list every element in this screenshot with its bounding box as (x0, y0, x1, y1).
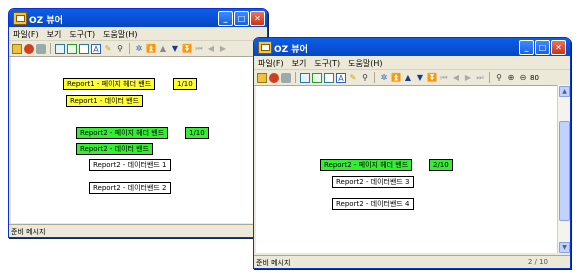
document-icon[interactable] (79, 43, 89, 54)
maximize-button[interactable]: □ (234, 11, 249, 26)
go-next-icon[interactable]: ▶ (218, 44, 228, 54)
export-icon[interactable] (312, 72, 322, 83)
menu-file[interactable]: 파일(F) (9, 27, 43, 40)
save-icon[interactable] (269, 72, 279, 83)
report2-data-band-2: Report2 - 데이터밴드 2 (89, 182, 171, 194)
report2-data-band-1: Report2 - 데이터밴드 1 (89, 159, 171, 171)
menu-tools[interactable]: 도구(T) (310, 56, 344, 69)
report2-page-number: 1/10 (185, 127, 209, 139)
open-icon[interactable] (257, 72, 267, 83)
window2-report-page: Report2 - 페이지 헤더 밴드 2/10 Report2 - 데이터밴드… (256, 86, 558, 253)
report2-page-number: 2/10 (429, 159, 453, 171)
report2-page-header-band: Report2 - 페이지 헤더 밴드 (76, 127, 169, 139)
viewer-window-1: OZ 뷰어 _ □ ✕ 파일(F) 보기 도구(T) 도움말(H) A ✎ ⚲ … (8, 8, 268, 238)
window1-statusbar: 준비 메시지 (9, 224, 267, 237)
menu-file[interactable]: 파일(F) (254, 56, 288, 69)
highlight-icon[interactable]: ✎ (348, 73, 358, 83)
toolbar-separator (295, 72, 296, 83)
go-prev-icon[interactable]: ◀ (451, 73, 461, 83)
close-button[interactable]: ✕ (551, 40, 566, 55)
toolbar-separator (374, 72, 375, 83)
go-last-icon[interactable]: ⏭ (475, 73, 485, 83)
minimize-button[interactable]: _ (218, 11, 233, 26)
report2-data-band: Report2 - 데이터 밴드 (76, 143, 154, 155)
next-page-icon[interactable]: ▼ (170, 44, 180, 54)
menu-tools[interactable]: 도구(T) (65, 27, 99, 40)
scroll-down-button[interactable]: ▼ (559, 242, 570, 253)
text-icon[interactable]: A (336, 72, 346, 83)
go-next-icon[interactable]: ▶ (463, 73, 473, 83)
last-page-icon[interactable]: ⏬ (427, 73, 437, 83)
highlight-icon[interactable]: ✎ (103, 44, 113, 54)
window1-menubar: 파일(F) 보기 도구(T) 도움말(H) (9, 27, 267, 41)
last-page-icon[interactable]: ⏬ (182, 44, 192, 54)
app-icon (258, 41, 272, 54)
toolbar-separator (489, 72, 490, 83)
previous-page-icon[interactable]: ▲ (403, 73, 413, 83)
zoom-out-icon[interactable]: ⊖ (518, 73, 528, 83)
find-icon[interactable]: ⚲ (115, 44, 125, 54)
menu-view[interactable]: 보기 (43, 27, 66, 40)
report2-data-band-3: Report2 - 데이터밴드 3 (332, 176, 414, 188)
scroll-up-button[interactable]: ▲ (559, 86, 570, 97)
report1-page-header-band: Report1 - 페이지 헤더 밴드 (63, 78, 156, 90)
report1-data-band: Report1 - 데이터 밴드 (66, 95, 144, 107)
minimize-button[interactable]: _ (519, 40, 534, 55)
menu-help[interactable]: 도움말(H) (99, 27, 141, 40)
save-icon[interactable] (24, 43, 34, 54)
scroll-thumb[interactable] (559, 121, 570, 221)
page-indicator: 2 / 10 (527, 258, 548, 266)
window2-titlebar[interactable]: OZ 뷰어 _ □ ✕ (254, 38, 570, 56)
menu-help[interactable]: 도움말(H) (344, 56, 386, 69)
window1-toolbar: A ✎ ⚲ ✲ ⏫ ▲ ▼ ⏬ ⏮ ◀ ▶ (9, 41, 267, 57)
window1-report-page: Report1 - 페이지 헤더 밴드 1/10 Report1 - 데이터 밴… (11, 57, 265, 223)
report1-page-number: 1/10 (173, 78, 197, 90)
first-page-icon[interactable]: ⏫ (391, 73, 401, 83)
next-page-icon[interactable]: ▼ (415, 73, 425, 83)
window2-menubar: 파일(F) 보기 도구(T) 도움말(H) (254, 56, 570, 70)
window2-title: OZ 뷰어 (274, 45, 308, 55)
document-icon[interactable] (324, 72, 334, 83)
window2-toolbar: A ✎ ⚲ ✲ ⏫ ▲ ▼ ⏬ ⏮ ◀ ▶ ⏭ ⚲ ⊕ ⊖ 80 (254, 70, 570, 86)
status-message: 준비 메시지 (11, 228, 46, 236)
window1-title: OZ 뷰어 (29, 16, 63, 26)
maximize-button[interactable]: □ (535, 40, 550, 55)
go-prev-icon[interactable]: ◀ (206, 44, 216, 54)
page-setup-icon[interactable] (55, 43, 65, 54)
vertical-scrollbar[interactable]: ▲ ▼ (557, 85, 570, 253)
zoom-in-icon[interactable]: ⊕ (506, 73, 516, 83)
first-page-icon[interactable]: ⏫ (146, 44, 156, 54)
status-message: 준비 메시지 (256, 259, 291, 267)
report2-data-band-4: Report2 - 데이터밴드 4 (332, 198, 414, 210)
zoom-level[interactable]: 80 (530, 74, 539, 82)
find-icon[interactable]: ⚲ (360, 73, 370, 83)
close-button[interactable]: ✕ (250, 11, 265, 26)
refresh-icon[interactable]: ✲ (379, 73, 389, 83)
open-icon[interactable] (12, 43, 22, 54)
report2-page-header-band: Report2 - 페이지 헤더 밴드 (320, 159, 413, 171)
go-first-icon[interactable]: ⏮ (439, 73, 449, 83)
print-icon[interactable] (281, 72, 291, 83)
text-icon[interactable]: A (91, 43, 101, 54)
print-icon[interactable] (36, 43, 46, 54)
previous-page-icon[interactable]: ▲ (158, 44, 168, 54)
go-first-icon[interactable]: ⏮ (194, 44, 204, 54)
refresh-icon[interactable]: ✲ (134, 44, 144, 54)
app-icon (13, 12, 27, 25)
toolbar-separator (129, 43, 130, 54)
toolbar-separator (50, 43, 51, 54)
viewer-window-2: OZ 뷰어 _ □ ✕ 파일(F) 보기 도구(T) 도움말(H) A ✎ ⚲ … (253, 37, 571, 269)
menu-view[interactable]: 보기 (288, 56, 311, 69)
window1-titlebar[interactable]: OZ 뷰어 _ □ ✕ (9, 9, 267, 27)
export-icon[interactable] (67, 43, 77, 54)
page-setup-icon[interactable] (300, 72, 310, 83)
zoom-search-icon[interactable]: ⚲ (494, 73, 504, 83)
window2-statusbar: 준비 메시지 2 / 10 (254, 255, 570, 268)
